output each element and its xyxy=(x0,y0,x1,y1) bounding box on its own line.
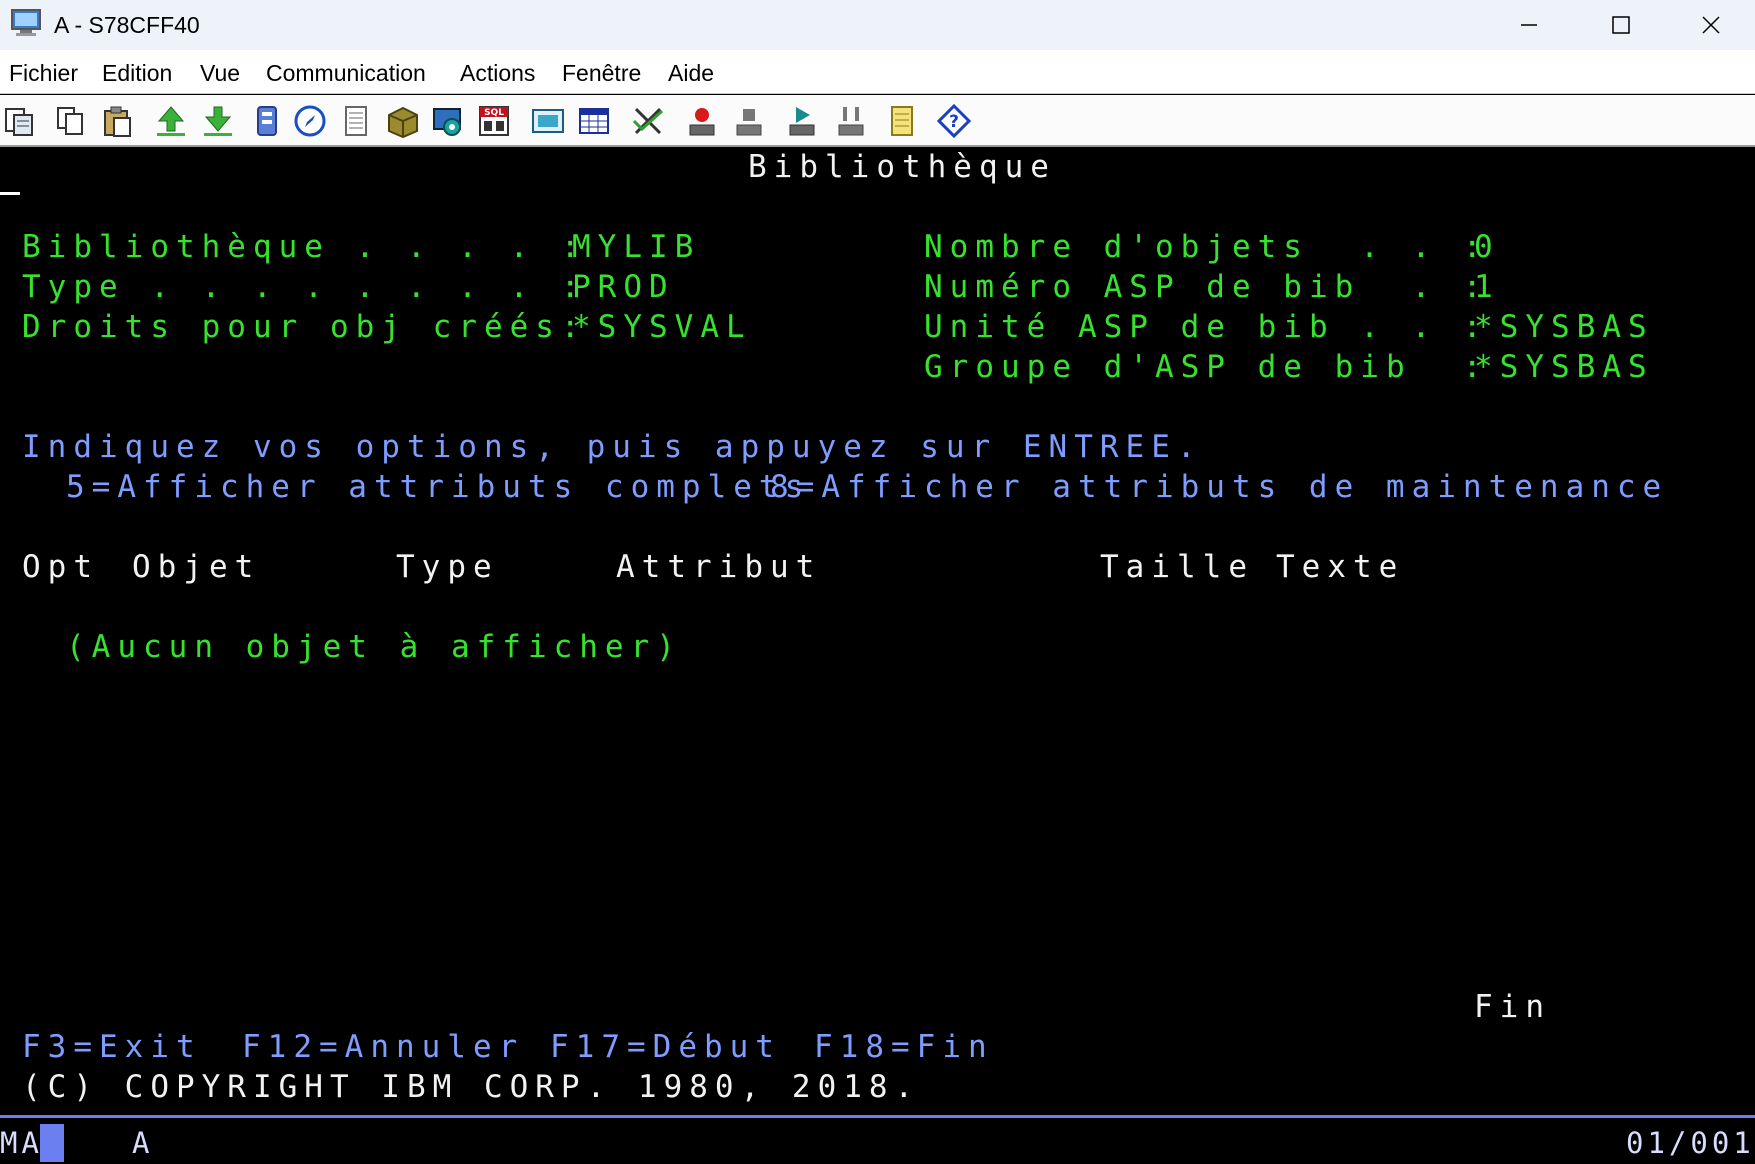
status-mode: MA xyxy=(0,1126,43,1160)
record-macro-icon[interactable] xyxy=(684,103,720,139)
menu-communication[interactable]: Communication xyxy=(266,60,426,87)
keypad-icon[interactable] xyxy=(833,103,869,139)
paste-icon[interactable] xyxy=(100,103,136,139)
play-macro-icon[interactable] xyxy=(784,103,820,139)
empty-list-message: (Aucun objet à afficher) xyxy=(66,629,682,665)
minimize-button[interactable] xyxy=(1483,0,1575,50)
screen-title: Bibliothèque xyxy=(748,149,1056,185)
field-label-create-authority: Droits pour obj créés: xyxy=(22,309,587,345)
document-icon[interactable] xyxy=(338,103,374,139)
operator-info-area: MA A 01/001 xyxy=(0,1115,1755,1164)
field-label-asp-group: Groupe d'ASP de bib : xyxy=(924,349,1489,385)
field-value-type: PROD xyxy=(572,269,675,305)
compass-icon[interactable] xyxy=(292,103,328,139)
file-transfer-icon[interactable] xyxy=(249,103,285,139)
display-icon[interactable] xyxy=(530,103,566,139)
macro-icon[interactable] xyxy=(630,103,666,139)
status-cursor-block xyxy=(40,1124,64,1162)
maximize-button[interactable] xyxy=(1575,0,1667,50)
instruction-text: Indiquez vos options, puis appuyez sur E… xyxy=(22,429,1203,465)
copy-icon[interactable] xyxy=(53,103,89,139)
field-value-object-count: 0 xyxy=(1474,229,1500,265)
column-header-object: Objet xyxy=(132,549,261,585)
minimize-icon xyxy=(1521,24,1537,26)
option-8: 8=Afficher attributs de maintenance xyxy=(770,469,1669,505)
package-icon[interactable] xyxy=(385,103,421,139)
field-label-type: Type . . . . . . . . : xyxy=(22,269,587,305)
menu-fichier[interactable]: Fichier xyxy=(9,60,78,87)
title-bar: A - S78CFF40 xyxy=(0,0,1755,50)
field-value-asp-number: 1 xyxy=(1474,269,1500,305)
field-label-object-count: Nombre d'objets . . : xyxy=(924,229,1489,265)
column-header-text: Texte xyxy=(1276,549,1405,585)
receive-file-icon[interactable] xyxy=(200,103,236,139)
menu-fenetre[interactable]: Fenêtre xyxy=(562,60,641,87)
send-file-icon[interactable] xyxy=(153,103,189,139)
terminal-screen[interactable]: Bibliothèque Bibliothèque . . . . : MYLI… xyxy=(0,149,1755,1115)
option-5: 5=Afficher attributs complets xyxy=(66,469,811,505)
terminal-app-icon xyxy=(11,9,41,36)
menu-edition[interactable]: Edition xyxy=(102,60,172,87)
field-value-asp-group: *SYSBAS xyxy=(1474,349,1654,385)
menu-vue[interactable]: Vue xyxy=(200,60,240,87)
svg-text:SQL: SQL xyxy=(484,108,504,118)
close-button[interactable] xyxy=(1665,0,1755,50)
fkey-f3-exit[interactable]: F3=Exit xyxy=(22,1029,202,1065)
grid-icon[interactable] xyxy=(576,103,612,139)
field-label-library: Bibliothèque . . . . : xyxy=(22,229,587,265)
column-header-attribute: Attribut xyxy=(616,549,822,585)
close-icon xyxy=(1702,16,1720,34)
settings-icon[interactable] xyxy=(430,103,466,139)
stop-icon[interactable] xyxy=(731,103,767,139)
text-cursor xyxy=(0,192,20,195)
column-header-opt: Opt xyxy=(22,549,99,585)
menu-bar: Fichier Edition Vue Communication Action… xyxy=(0,50,1755,94)
fkey-f17-top[interactable]: F17=Début xyxy=(550,1029,781,1065)
window-title: A - S78CFF40 xyxy=(54,12,200,38)
sql-icon[interactable]: SQL xyxy=(476,103,512,139)
copyright-message: (C) COPYRIGHT IBM CORP. 1980, 2018. xyxy=(22,1069,921,1105)
field-label-asp-number: Numéro ASP de bib . : xyxy=(924,269,1489,305)
menu-aide[interactable]: Aide xyxy=(668,60,714,87)
notes-icon[interactable] xyxy=(884,103,920,139)
field-value-asp-device: *SYSBAS xyxy=(1474,309,1654,345)
fkey-f18-bottom[interactable]: F18=Fin xyxy=(814,1029,994,1065)
more-indicator: Fin xyxy=(1474,989,1551,1025)
field-value-create-authority: *SYSVAL xyxy=(572,309,752,345)
copy-screen-icon[interactable] xyxy=(2,103,38,139)
field-label-asp-device: Unité ASP de bib . . : xyxy=(924,309,1489,345)
status-session: A xyxy=(132,1126,154,1160)
cursor-position: 01/001 xyxy=(1626,1126,1755,1160)
svg-text:?: ? xyxy=(949,112,959,132)
column-header-type: Type xyxy=(396,549,499,585)
column-header-size: Taille xyxy=(1100,549,1254,585)
toolbar: SQL ? xyxy=(0,95,1755,147)
maximize-icon xyxy=(1612,16,1630,34)
help-icon[interactable]: ? xyxy=(936,103,972,139)
menu-actions[interactable]: Actions xyxy=(460,60,535,87)
field-value-library: MYLIB xyxy=(572,229,701,265)
fkey-f12-cancel[interactable]: F12=Annuler xyxy=(242,1029,524,1065)
